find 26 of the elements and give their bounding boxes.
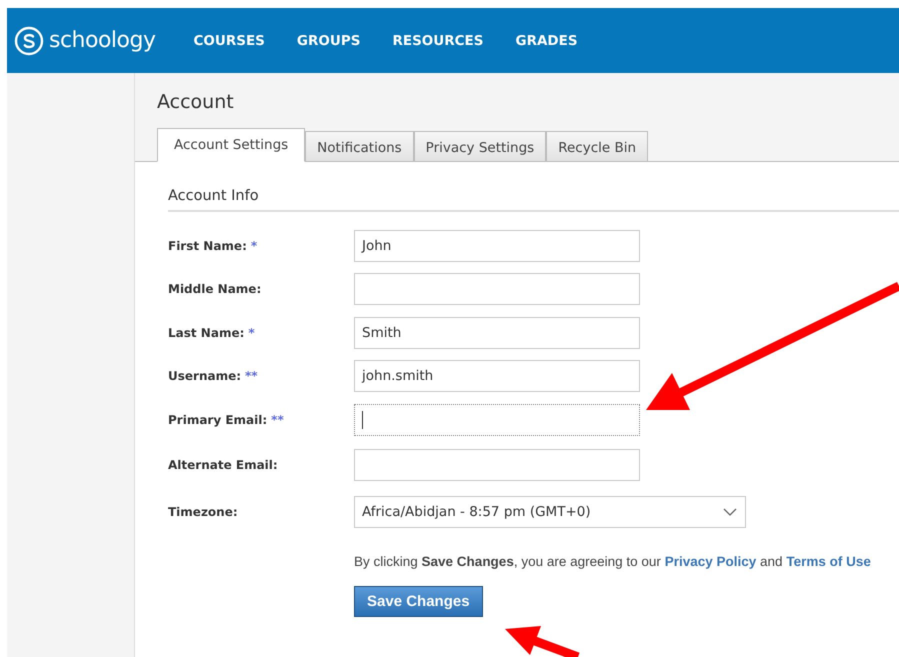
tab[interactable]: Privacy Settings bbox=[414, 131, 546, 162]
field-label: Username: ** bbox=[168, 369, 259, 384]
field-label: Timezone: bbox=[168, 505, 239, 519]
terms-notice: By clicking Save Changes, you are agreeing to our Privacy Policy and Terms of Use bbox=[354, 554, 872, 568]
page-title: Account bbox=[157, 91, 235, 113]
nav-link[interactable]: RESOURCES bbox=[392, 32, 484, 48]
input-field[interactable]: John bbox=[354, 230, 640, 262]
input-field[interactable]: john.smith bbox=[354, 360, 640, 392]
nav-link[interactable]: GRADES bbox=[515, 32, 578, 48]
nav-link[interactable]: COURSES bbox=[193, 32, 265, 48]
save-changes-button[interactable]: Save Changes bbox=[354, 586, 483, 616]
timezone-dropdown[interactable]: Africa/Abidjan - 8:57 pm (GMT+0) bbox=[354, 496, 746, 528]
tab[interactable]: Notifications bbox=[305, 131, 414, 162]
field-label: First Name: * bbox=[168, 238, 258, 253]
terms-link[interactable]: Privacy Policy bbox=[664, 554, 756, 568]
input-field[interactable]: Smith bbox=[354, 316, 640, 349]
field-label: Last Name: * bbox=[168, 326, 256, 340]
section-title: Account Info bbox=[168, 188, 899, 212]
field-label: Middle Name: bbox=[168, 282, 262, 296]
terms-link[interactable]: Terms of Use bbox=[786, 554, 871, 568]
tab[interactable]: Account Settings bbox=[157, 128, 306, 162]
logo-text[interactable]: schoology bbox=[49, 28, 156, 53]
tab[interactable]: Recycle Bin bbox=[546, 131, 648, 162]
field-label: Primary Email: ** bbox=[168, 412, 285, 427]
nav-link[interactable]: GROUPS bbox=[296, 32, 360, 48]
field-label: Alternate Email: bbox=[168, 458, 279, 472]
